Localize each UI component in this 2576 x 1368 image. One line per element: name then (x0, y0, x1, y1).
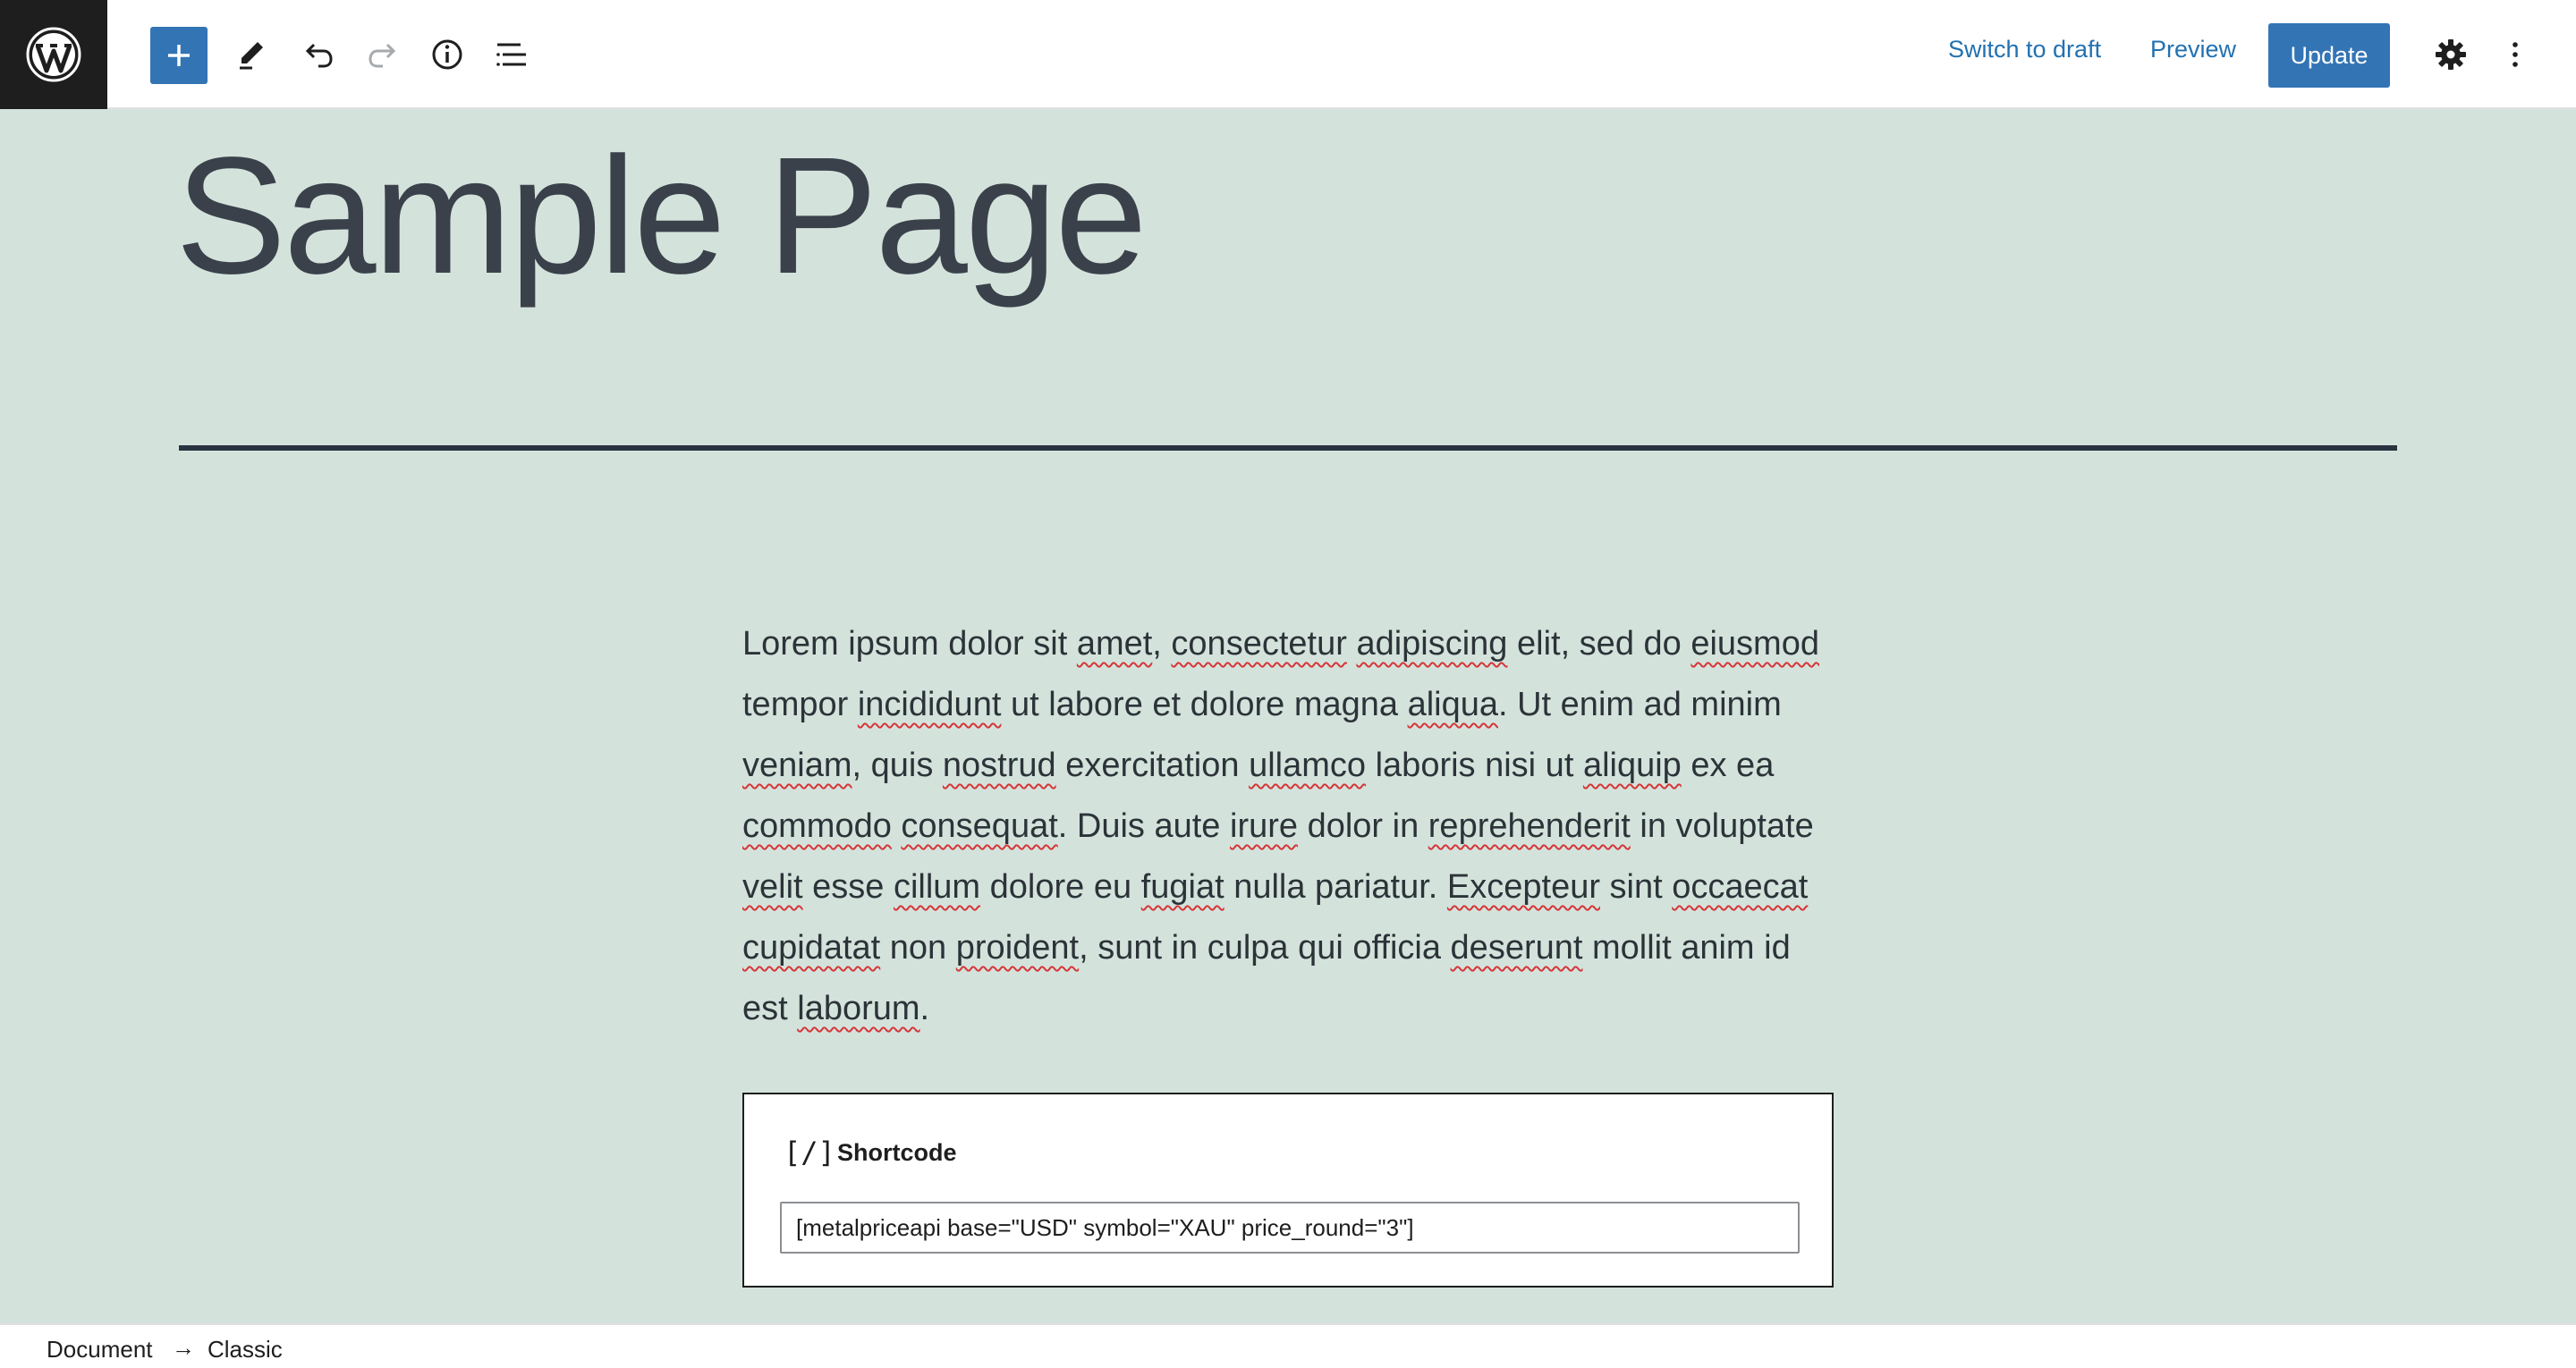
misspelled-word: fugiat (1140, 868, 1224, 906)
paragraph-text: , (1152, 625, 1172, 663)
misspelled-word: cillum (893, 868, 981, 906)
misspelled-word: consequat (901, 807, 1058, 845)
shortcode-label: Shortcode (837, 1139, 957, 1166)
editor-header: Switch to draft Preview Update (0, 0, 2576, 109)
paragraph-text: . Ut enim ad minim (1498, 686, 1782, 723)
misspelled-word: ullamco (1249, 747, 1367, 784)
options-button[interactable] (2488, 28, 2542, 81)
wordpress-logo-icon[interactable] (0, 0, 107, 109)
page-title[interactable]: Sample Page (175, 118, 1148, 315)
shortcode-icon: [/] (784, 1136, 835, 1170)
shortcode-block[interactable]: [/] Shortcode [metalpriceapi base="USD" … (742, 1093, 1834, 1288)
separator-block[interactable] (179, 445, 2397, 451)
settings-button[interactable] (2424, 28, 2478, 81)
misspelled-word: deserunt (1450, 929, 1583, 967)
paragraph-text: elit, sed do (1507, 625, 1691, 663)
list-view-button[interactable] (485, 28, 538, 81)
info-icon (432, 39, 462, 70)
paragraph-text: in voluptate (1630, 807, 1814, 845)
block-breadcrumb: Document → Classic (0, 1323, 2576, 1368)
shortcode-input[interactable]: [metalpriceapi base="USD" symbol="XAU" p… (780, 1202, 1800, 1254)
paragraph-text: esse (802, 868, 894, 906)
misspelled-word: laborum (797, 990, 920, 1027)
misspelled-word: velit (742, 868, 803, 906)
misspelled-word: amet (1076, 625, 1153, 663)
misspelled-word: proident (955, 929, 1080, 967)
paragraph-text (892, 807, 902, 845)
paragraph-text: nulla pariatur. (1224, 868, 1447, 906)
paragraph-text: , quis (852, 747, 943, 784)
add-block-button[interactable] (150, 27, 208, 84)
undo-icon (305, 43, 333, 68)
undo-button[interactable] (292, 28, 345, 81)
paragraph-text: tempor (742, 686, 858, 723)
pencil-icon (240, 42, 263, 70)
plus-icon (168, 45, 190, 66)
paragraph-text: dolore eu (980, 868, 1141, 906)
paragraph-text: Lorem ipsum dolor sit (742, 625, 1077, 663)
misspelled-word: reprehenderit (1428, 807, 1631, 845)
paragraph-text: non (880, 929, 956, 967)
misspelled-word: commodo (742, 807, 892, 845)
gear-icon (2436, 39, 2466, 70)
details-button[interactable] (420, 28, 474, 81)
switch-to-draft-button[interactable]: Switch to draft (1948, 36, 2101, 63)
arrow-right-icon: → (172, 1334, 195, 1361)
misspelled-word: veniam (742, 747, 852, 784)
paragraph-text: exercitation (1055, 747, 1250, 784)
misspelled-word: cupidatat (742, 929, 881, 967)
paragraph-text: , sunt in culpa qui officia (1079, 929, 1451, 967)
more-vertical-icon (2512, 42, 2518, 67)
breadcrumb-classic[interactable]: Classic (208, 1336, 283, 1364)
breadcrumb-document[interactable]: Document (47, 1336, 153, 1364)
misspelled-word: occaecat (1672, 868, 1809, 906)
preview-button[interactable]: Preview (2150, 36, 2236, 63)
misspelled-word: incididunt (857, 686, 1002, 723)
misspelled-word: nostrud (942, 747, 1056, 784)
redo-button[interactable] (356, 28, 410, 81)
list-view-icon (496, 43, 526, 66)
misspelled-word: Excepteur (1446, 868, 1600, 906)
paragraph-text: . (919, 990, 930, 1027)
paragraph-text: ex ea (1681, 747, 1775, 784)
misspelled-word: eiusmod (1690, 625, 1819, 663)
redo-icon (369, 43, 396, 68)
paragraph-text: ut labore et dolore magna (1001, 686, 1408, 723)
tools-button[interactable] (225, 28, 279, 81)
paragraph-text: sint (1600, 868, 1673, 906)
paragraph-text: dolor in (1298, 807, 1428, 845)
misspelled-word: consectetur (1171, 625, 1347, 663)
paragraph-text: . Duis aute (1057, 807, 1230, 845)
misspelled-word: irure (1230, 807, 1299, 845)
misspelled-word: adipiscing (1356, 625, 1508, 663)
wordpress-logo-svg (26, 27, 81, 82)
paragraph-text (1347, 625, 1357, 663)
misspelled-word: aliquip (1582, 747, 1682, 784)
paragraph-block[interactable]: Lorem ipsum dolor sit amet, consectetur … (742, 613, 1843, 1039)
paragraph-text: laboris nisi ut (1366, 747, 1583, 784)
misspelled-word: aliqua (1407, 686, 1498, 723)
update-button[interactable]: Update (2268, 23, 2390, 88)
